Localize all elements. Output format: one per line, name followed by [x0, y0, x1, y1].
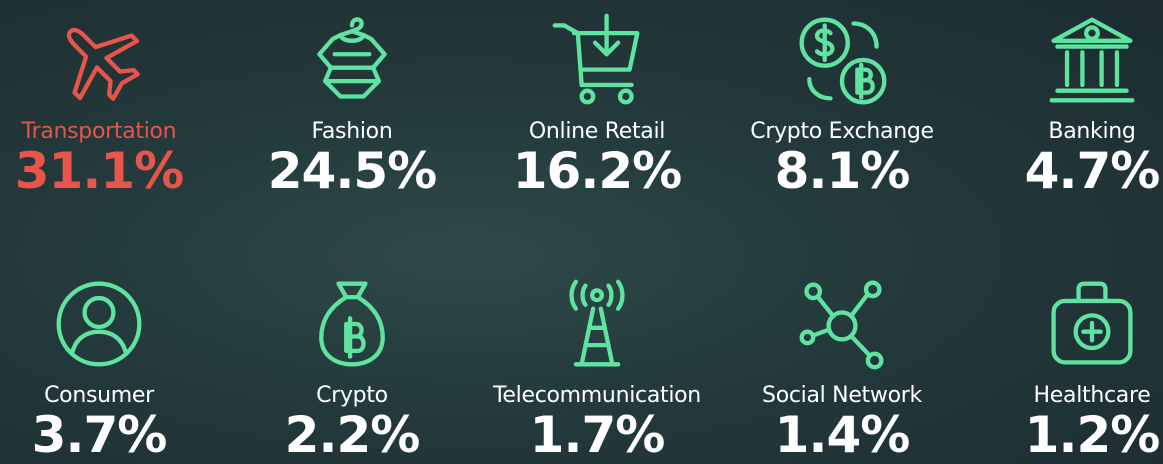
stat-value: 8.1%	[774, 142, 911, 200]
stat-tile-transportation: Transportation 31.1%	[0, 12, 219, 196]
industry-stats-grid: Transportation 31.1% Fashion 24.5% Onlin…	[0, 0, 1163, 464]
currency-exchange-icon	[794, 12, 890, 108]
bank-columns	[1064, 50, 1120, 88]
network-node-left	[799, 329, 816, 346]
stat-tile-crypto-exchange: Crypto Exchange 8.1%	[722, 12, 962, 196]
stat-value: 1.7%	[529, 406, 666, 464]
antenna-tip	[590, 288, 604, 303]
medical-kit-icon	[1044, 276, 1140, 372]
shopping-cart-icon	[549, 12, 645, 108]
user-icon	[51, 276, 147, 372]
airplane-icon-svg	[66, 27, 140, 101]
stat-tile-healthcare: Healthcare 1.2%	[972, 276, 1163, 460]
kit-cross	[1081, 320, 1103, 343]
user-head	[82, 295, 116, 330]
bank-icon	[1044, 12, 1140, 108]
network-nodes-icon	[794, 276, 890, 372]
stat-value: 1.4%	[774, 406, 911, 464]
bag-bitcoin-sign	[344, 316, 366, 359]
stat-tile-telecommunication: Telecommunication 1.7%	[477, 276, 717, 460]
stat-value: 2.2%	[284, 406, 421, 464]
stat-value: 24.5%	[267, 142, 437, 200]
bitcoin-sign	[855, 62, 875, 100]
garment-top	[317, 29, 387, 70]
bag-tie	[336, 281, 368, 300]
exchange-arc-bottom	[807, 77, 833, 101]
airplane-icon	[51, 12, 147, 108]
bank-base	[1049, 88, 1135, 103]
exchange-arc-top	[851, 21, 879, 49]
stat-value: 16.2%	[512, 142, 682, 200]
stat-value: 4.7%	[1024, 142, 1161, 200]
stat-tile-consumer: Consumer 3.7%	[0, 276, 219, 460]
stat-tile-crypto: Crypto 2.2%	[232, 276, 472, 460]
bitcoin-bag-icon	[304, 276, 400, 372]
stat-tile-banking: Banking 4.7%	[972, 12, 1163, 196]
tower-legs	[579, 306, 615, 367]
antenna-tower-icon	[549, 276, 645, 372]
stat-tile-online-retail: Online Retail 16.2%	[477, 12, 717, 196]
kit-handle	[1076, 281, 1108, 304]
user-body	[69, 329, 129, 355]
dollar-sign	[814, 23, 835, 63]
stat-tile-fashion: Fashion 24.5%	[232, 12, 472, 196]
signal-waves-outer	[569, 279, 625, 311]
stat-value: 3.7%	[31, 406, 168, 464]
bank-emblem	[1084, 25, 1100, 42]
clothes-hanger-icon	[304, 12, 400, 108]
stat-value: 31.1%	[14, 142, 184, 200]
cart-wheel-left	[579, 88, 596, 105]
airplane-shape	[66, 27, 140, 101]
cart-wheel-right	[617, 88, 634, 105]
stat-tile-social-network: Social Network 1.4%	[722, 276, 962, 460]
network-links	[811, 293, 872, 358]
stat-value: 1.2%	[1024, 406, 1161, 464]
